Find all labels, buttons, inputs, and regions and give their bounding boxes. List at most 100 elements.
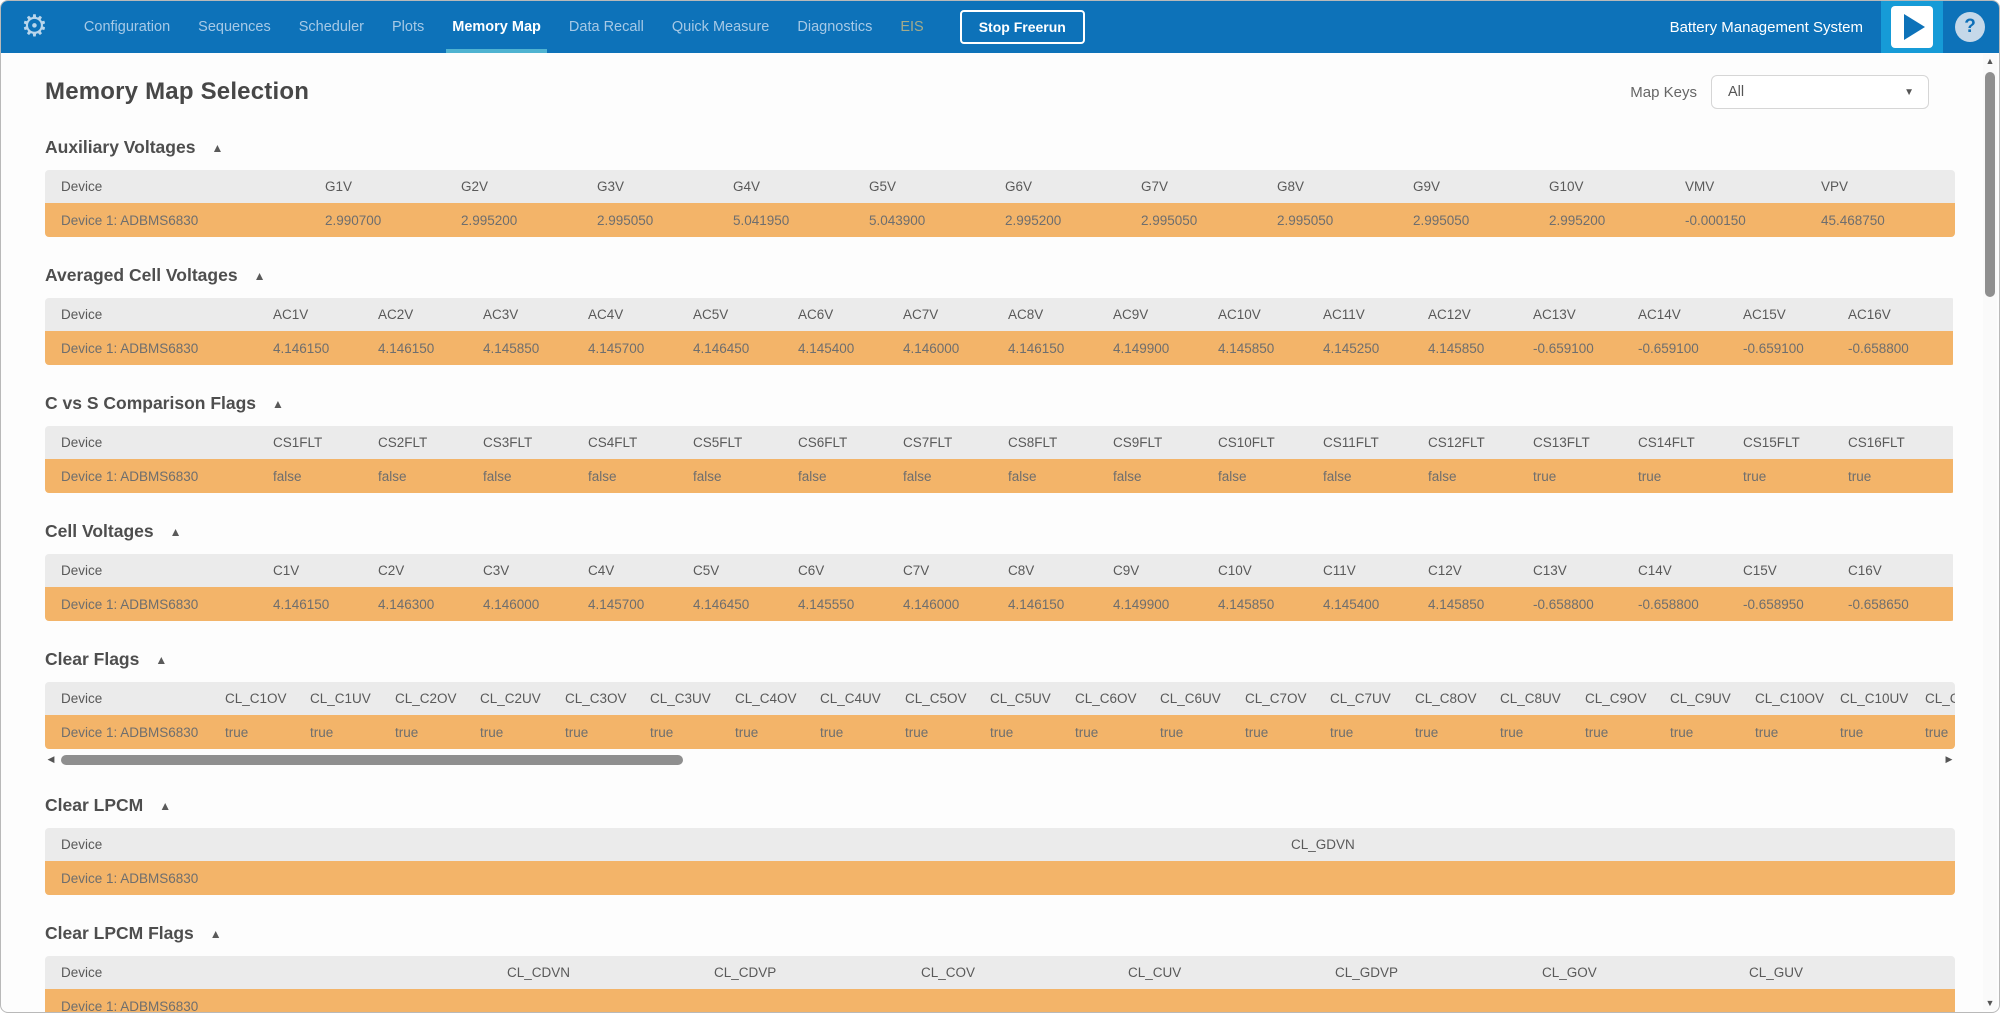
column-header-cs11flt: CS11FLT	[1323, 426, 1428, 459]
value-cell	[1749, 989, 1955, 1013]
value-cell: true	[1743, 459, 1848, 493]
column-header-cl-c5ov: CL_C5OV	[905, 682, 990, 715]
tab-configuration[interactable]: Configuration	[70, 1, 184, 53]
section-header-auxiliary-voltages[interactable]: Auxiliary Voltages▲	[45, 137, 1955, 158]
section-title: Cell Voltages	[45, 521, 154, 542]
value-cell	[714, 989, 921, 1013]
column-header-ac16v: AC16V	[1848, 298, 1953, 331]
column-header-ac14v: AC14V	[1638, 298, 1743, 331]
collapse-arrow-icon[interactable]: ▲	[170, 525, 182, 539]
table-row[interactable]: Device 1: ADBMS6830falsefalsefalsefalsef…	[45, 459, 1953, 493]
collapse-arrow-icon[interactable]: ▲	[155, 653, 167, 667]
horizontal-scrollbar-track[interactable]	[57, 754, 1943, 766]
column-header-vpv: VPV	[1821, 170, 1955, 203]
device-cell: Device 1: ADBMS6830	[45, 989, 507, 1013]
value-cell: 4.145400	[798, 331, 903, 365]
column-header-cl-c7ov: CL_C7OV	[1245, 682, 1330, 715]
table-header-row: DeviceC1VC2VC3VC4VC5VC6VC7VC8VC9VC10VC11…	[45, 554, 1953, 587]
table-row[interactable]: Device 1: ADBMS68304.1461504.1463004.146…	[45, 587, 1953, 621]
section-title: Clear Flags	[45, 649, 139, 670]
table-container: DeviceCL_CDVNCL_CDVPCL_COVCL_CUVCL_GDVPC…	[45, 956, 1955, 1013]
brand-title: Battery Management System	[1670, 19, 1863, 36]
tab-memory-map[interactable]: Memory Map	[438, 1, 555, 53]
data-table: DeviceCL_CDVNCL_CDVPCL_COVCL_CUVCL_GDVPC…	[45, 956, 1955, 1013]
value-cell: true	[225, 715, 310, 749]
tab-plots[interactable]: Plots	[378, 1, 438, 53]
table-container: DeviceCL_C1OVCL_C1UVCL_C2OVCL_C2UVCL_C3O…	[45, 682, 1955, 749]
horizontal-scrollbar-thumb[interactable]	[61, 755, 683, 765]
value-cell: 2.995200	[1005, 203, 1141, 237]
help-icon[interactable]: ?	[1955, 12, 1985, 42]
scroll-right-icon[interactable]: ▶	[1943, 754, 1955, 765]
map-keys-control: Map Keys All ▼	[1630, 75, 1929, 109]
horizontal-scrollbar[interactable]: ◀▶	[45, 752, 1955, 767]
section-cell-voltages: Cell Voltages ▲ DeviceC1VC2VC3VC4VC5VC6VC7…	[45, 521, 1955, 621]
collapse-arrow-icon[interactable]: ▲	[272, 397, 284, 411]
tab-diagnostics[interactable]: Diagnostics	[783, 1, 886, 53]
value-cell: 2.990700	[325, 203, 461, 237]
column-header-cl-c10ov: CL_C10OV	[1755, 682, 1840, 715]
section-header-averaged-cell-voltages[interactable]: Averaged Cell Voltages▲	[45, 265, 1955, 286]
tab-quick-measure[interactable]: Quick Measure	[658, 1, 784, 53]
column-header-device: Device	[45, 682, 225, 715]
section-header-clear-lpcm[interactable]: Clear LPCM▲	[45, 795, 1955, 816]
scroll-left-icon[interactable]: ◀	[45, 754, 57, 765]
vertical-scrollbar-thumb[interactable]	[1985, 72, 1995, 297]
value-cell: false	[273, 459, 378, 493]
gear-icon[interactable]: ⚙	[21, 12, 48, 42]
collapse-arrow-icon[interactable]: ▲	[159, 799, 171, 813]
memory-map-sections: Auxiliary Voltages▲DeviceG1VG2VG3VG4VG5V…	[45, 137, 1955, 1013]
table-container: DeviceCS1FLTCS2FLTCS3FLTCS4FLTCS5FLTCS6F…	[45, 426, 1955, 493]
scroll-down-icon[interactable]: ▼	[1986, 996, 1995, 1010]
value-cell: 45.468750	[1821, 203, 1955, 237]
table-row[interactable]: Device 1: ADBMS6830	[45, 989, 1955, 1013]
table-row[interactable]: Device 1: ADBMS6830truetruetruetruetruet…	[45, 715, 1955, 749]
value-cell: true	[565, 715, 650, 749]
value-cell: true	[650, 715, 735, 749]
data-table: DeviceCL_C1OVCL_C1UVCL_C2OVCL_C2UVCL_C3O…	[45, 682, 1955, 749]
table-row[interactable]: Device 1: ADBMS6830	[45, 861, 1955, 895]
column-header-c1v: C1V	[273, 554, 378, 587]
value-cell: false	[588, 459, 693, 493]
section-header-clear-flags[interactable]: Clear Flags ▲	[45, 649, 1955, 670]
table-row[interactable]: Device 1: ADBMS68302.9907002.9952002.995…	[45, 203, 1955, 237]
page-header: Memory Map Selection Map Keys All ▼	[45, 75, 1955, 109]
value-cell: true	[1533, 459, 1638, 493]
scroll-up-icon[interactable]: ▲	[1986, 54, 1995, 68]
vertical-scrollbar-track[interactable]	[1983, 68, 1997, 996]
tab-eis[interactable]: EIS	[886, 1, 937, 53]
tab-sequences[interactable]: Sequences	[184, 1, 285, 53]
column-header-cl-cdvp: CL_CDVP	[714, 956, 921, 989]
column-header-cs5flt: CS5FLT	[693, 426, 798, 459]
value-cell: -0.659100	[1743, 331, 1848, 365]
column-header-cl-c3uv: CL_C3UV	[650, 682, 735, 715]
vertical-scrollbar[interactable]: ▲ ▼	[1983, 54, 1997, 1010]
column-header-cs6flt: CS6FLT	[798, 426, 903, 459]
tab-data-recall[interactable]: Data Recall	[555, 1, 658, 53]
section-c-vs-s-comparison-flags: C vs S Comparison Flags▲ DeviceCS1FLTCS2F…	[45, 393, 1955, 493]
collapse-arrow-icon[interactable]: ▲	[254, 269, 266, 283]
value-cell: -0.000150	[1685, 203, 1821, 237]
stop-freerun-button[interactable]: Stop Freerun	[960, 10, 1085, 44]
collapse-arrow-icon[interactable]: ▲	[210, 927, 222, 941]
play-button[interactable]	[1881, 1, 1943, 53]
tab-scheduler[interactable]: Scheduler	[285, 1, 378, 53]
table-row[interactable]: Device 1: ADBMS68304.1461504.1461504.145…	[45, 331, 1953, 365]
section-header-cell-voltages[interactable]: Cell Voltages ▲	[45, 521, 1955, 542]
column-header-cs14flt: CS14FLT	[1638, 426, 1743, 459]
active-tab-underline	[446, 49, 547, 53]
map-keys-dropdown[interactable]: All ▼	[1711, 75, 1929, 109]
value-cell: 4.145250	[1323, 331, 1428, 365]
column-header-device: Device	[45, 554, 273, 587]
column-header-cl-gdvn: CL_GDVN	[1291, 828, 1955, 861]
value-cell: 4.145850	[1428, 587, 1533, 621]
value-cell: 4.146150	[1008, 587, 1113, 621]
section-header-c-vs-s-comparison-flags[interactable]: C vs S Comparison Flags▲	[45, 393, 1955, 414]
column-header-c10v: C10V	[1218, 554, 1323, 587]
value-cell: 2.995050	[1413, 203, 1549, 237]
section-header-clear-lpcm-flags[interactable]: Clear LPCM Flags▲	[45, 923, 1955, 944]
value-cell: 4.145550	[798, 587, 903, 621]
collapse-arrow-icon[interactable]: ▲	[211, 141, 223, 155]
column-header-g8v: G8V	[1277, 170, 1413, 203]
value-cell	[1291, 861, 1955, 895]
